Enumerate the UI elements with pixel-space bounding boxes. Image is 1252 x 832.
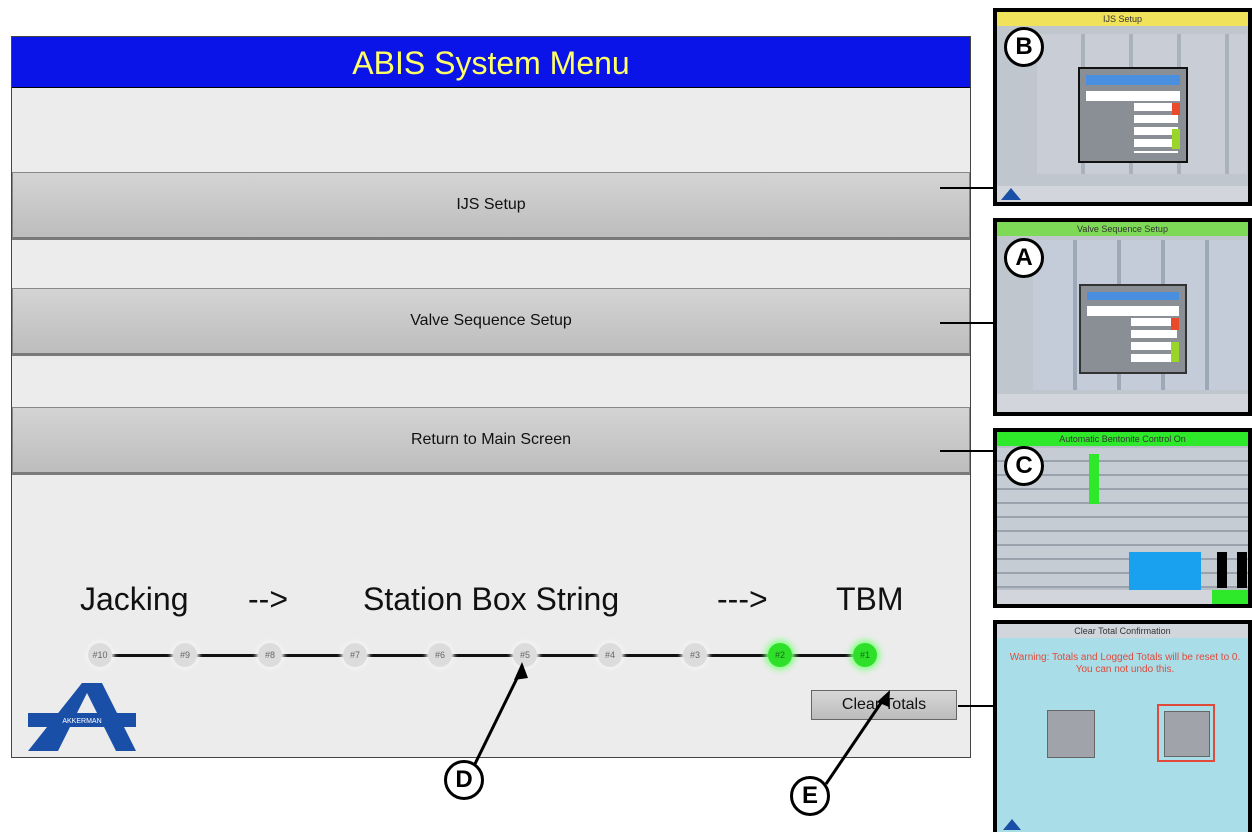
clear-total-confirmation-thumbnail: Clear Total Confirmation Warning: Totals… bbox=[993, 620, 1252, 832]
confirm-yes-thumb-button bbox=[1047, 710, 1095, 758]
title-bar: ABIS System Menu bbox=[12, 37, 970, 88]
ijs-setup-button[interactable]: IJS Setup bbox=[12, 172, 970, 240]
keypad-popup bbox=[1079, 284, 1187, 374]
flow-arrow-2: ---> bbox=[717, 581, 768, 617]
valve-sequence-thumb-title: Valve Sequence Setup bbox=[1077, 224, 1168, 234]
flow-label-tbm: TBM bbox=[836, 581, 904, 617]
sequence-node: #8 bbox=[258, 643, 282, 667]
sequence-line bbox=[112, 654, 872, 657]
sequence-node: #4 bbox=[598, 643, 622, 667]
flow-arrow-1: --> bbox=[248, 581, 288, 617]
valve-sequence-setup-label: Valve Sequence Setup bbox=[410, 312, 572, 329]
sequence-node: #10 bbox=[88, 643, 112, 667]
akkerman-logo-icon: AKKERMAN bbox=[28, 683, 136, 751]
sequence-node: #6 bbox=[428, 643, 452, 667]
return-to-main-screen-button[interactable]: Return to Main Screen bbox=[12, 407, 970, 475]
abis-system-menu-screen: ABIS System Menu IJS Setup Valve Sequenc… bbox=[11, 36, 971, 758]
sequence-node: #3 bbox=[683, 643, 707, 667]
sequence-node: #9 bbox=[173, 643, 197, 667]
keypad-popup bbox=[1078, 67, 1188, 163]
ijs-setup-thumb-title: IJS Setup bbox=[1102, 14, 1143, 24]
sequence-node: #1 bbox=[853, 643, 877, 667]
confirm-no-thumb-button bbox=[1164, 711, 1210, 757]
flow-label-jacking: Jacking bbox=[80, 581, 189, 617]
page-title: ABIS System Menu bbox=[352, 45, 630, 81]
valve-sequence-setup-button[interactable]: Valve Sequence Setup bbox=[12, 288, 970, 356]
flow-label-station-box-string: Station Box String bbox=[363, 581, 620, 617]
logo-icon bbox=[1003, 819, 1021, 830]
sequence-node: #2 bbox=[768, 643, 792, 667]
clear-totals-button[interactable]: Clear Totals bbox=[811, 690, 957, 720]
callout-b: B bbox=[1004, 27, 1044, 67]
logo-text: AKKERMAN bbox=[62, 718, 101, 725]
sequence-node: #7 bbox=[343, 643, 367, 667]
callout-c: C bbox=[1004, 446, 1044, 486]
clear-total-thumb-title: Clear Total Confirmation bbox=[1074, 626, 1171, 636]
callout-a: A bbox=[1004, 238, 1044, 278]
bentonite-thumb-title: Automatic Bentonite Control On bbox=[1059, 434, 1186, 444]
warning-text: Warning: Totals and Logged Totals will b… bbox=[1009, 652, 1241, 675]
clear-totals-label: Clear Totals bbox=[841, 696, 927, 713]
ijs-setup-label: IJS Setup bbox=[456, 196, 526, 213]
logo-icon bbox=[1001, 188, 1021, 200]
callout-d: D bbox=[444, 760, 484, 800]
callout-e: E bbox=[790, 776, 830, 816]
sequence-node: #5 bbox=[513, 643, 537, 667]
return-to-main-screen-label: Return to Main Screen bbox=[410, 431, 572, 448]
status-panel bbox=[1129, 552, 1201, 592]
